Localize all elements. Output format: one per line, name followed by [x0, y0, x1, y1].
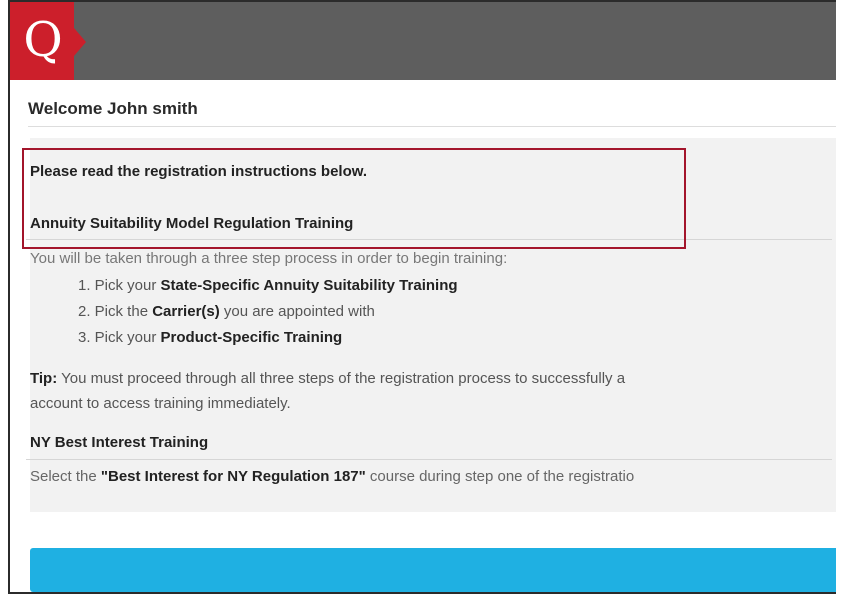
welcome-heading: Welcome John smith [28, 99, 198, 118]
step-item: 3. Pick your Product-Specific Training [78, 329, 342, 346]
divider [26, 459, 832, 460]
step-bold-text: Carrier(s) [152, 303, 220, 320]
tip-text: Tip: You must proceed through all three … [30, 370, 625, 387]
step-suffix: you are appointed with [219, 303, 375, 320]
logo-q-icon: Q [23, 12, 63, 68]
steps-intro-text: You will be taken through a three step p… [30, 250, 508, 267]
tip-body: You must proceed through all three steps… [57, 370, 626, 387]
step-item: 1. Pick your State-Specific Annuity Suit… [78, 277, 458, 294]
ny-instruction-text: Select the "Best Interest for NY Regulat… [30, 468, 634, 485]
logo[interactable]: Q [10, 2, 74, 80]
continue-button[interactable] [30, 548, 836, 592]
step-item: 2. Pick the Carrier(s) you are appointed… [78, 303, 375, 320]
top-navigation-bar [10, 2, 836, 80]
divider [28, 126, 836, 127]
app-window: Q Welcome John smith Please read the reg… [8, 0, 836, 594]
step-bold-text: Product-Specific Training [160, 329, 343, 346]
step-bold-text: State-Specific Annuity Suitability Train… [160, 277, 458, 294]
step-prefix: 2. Pick the [78, 303, 153, 320]
ny-section-title: NY Best Interest Training [30, 434, 209, 451]
tip-label: Tip: [30, 370, 58, 387]
ny-suffix: course during step one of the registrati… [365, 468, 635, 485]
ny-course-name: "Best Interest for NY Regulation 187" [100, 468, 366, 485]
logo-notch [74, 28, 86, 56]
ny-prefix: Select the [30, 468, 101, 485]
highlight-box [22, 148, 686, 249]
tip-text-continued: account to access training immediately. [30, 395, 291, 412]
step-prefix: 1. Pick your [78, 277, 161, 294]
step-prefix: 3. Pick your [78, 329, 161, 346]
